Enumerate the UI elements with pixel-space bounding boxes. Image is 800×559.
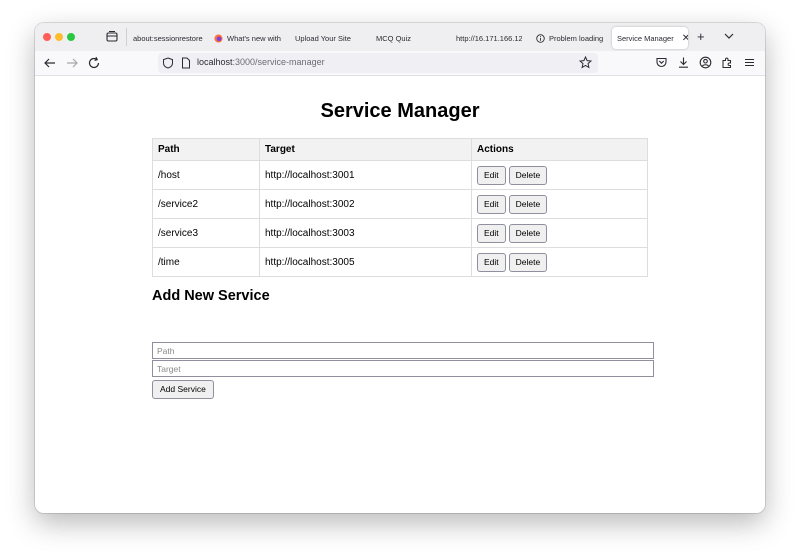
tab-upload-site[interactable]: Upload Your Site <box>295 27 365 49</box>
minimize-window-button[interactable] <box>55 33 63 41</box>
edit-button[interactable]: Edit <box>477 223 506 243</box>
delete-button[interactable]: Delete <box>508 223 548 243</box>
edit-button[interactable]: Edit <box>477 194 506 214</box>
delete-button[interactable]: Delete <box>508 194 548 214</box>
tab-problem-loading[interactable]: Problem loading <box>536 27 606 49</box>
maximize-window-button[interactable] <box>67 33 75 41</box>
table-row: /time http://localhost:3005 Edit Delete <box>152 247 648 277</box>
tab-mcq-quiz[interactable]: MCQ Quiz <box>376 27 446 49</box>
tab-sessionrestore[interactable]: about:sessionrestore <box>133 27 211 49</box>
tab-label: Problem loading <box>549 33 604 43</box>
table-row: /host http://localhost:3001 Edit Delete <box>152 160 648 190</box>
pocket-icon[interactable] <box>655 56 668 69</box>
services-table: Path Target Actions /host http://localho… <box>152 138 648 277</box>
extensions-icon[interactable] <box>721 56 734 69</box>
table-header-row: Path Target Actions <box>152 138 648 161</box>
cell-actions: Edit Delete <box>471 218 648 248</box>
shield-icon[interactable] <box>162 57 174 69</box>
reload-icon[interactable] <box>87 56 101 70</box>
cell-path: /host <box>152 160 260 190</box>
tab-label: Upload Your Site <box>295 33 351 43</box>
tab-label: http://16.171.166.123 <box>456 33 522 43</box>
forward-arrow-icon[interactable] <box>65 56 79 70</box>
cell-target: http://localhost:3002 <box>259 189 472 219</box>
cell-path: /service2 <box>152 189 260 219</box>
table-row: /service3 http://localhost:3003 Edit Dele… <box>152 218 648 248</box>
chevron-down-icon[interactable] <box>723 30 735 42</box>
tab-strip: about:sessionrestore What's new with Upl… <box>35 23 765 51</box>
tab-service-manager[interactable]: Service Manager ✕ <box>612 27 688 49</box>
tab-label: about:sessionrestore <box>133 33 203 43</box>
screen: about:sessionrestore What's new with Upl… <box>0 0 800 559</box>
cell-path: /service3 <box>152 218 260 248</box>
cell-actions: Edit Delete <box>471 189 648 219</box>
column-header-actions: Actions <box>471 138 648 161</box>
cell-target: http://localhost:3003 <box>259 218 472 248</box>
account-icon[interactable] <box>699 56 712 69</box>
bookmark-star-icon[interactable] <box>579 56 592 69</box>
browser-window: about:sessionrestore What's new with Upl… <box>35 23 765 513</box>
add-service-button[interactable]: Add Service <box>152 380 214 399</box>
back-arrow-icon[interactable] <box>43 56 57 70</box>
tab-divider <box>126 28 127 46</box>
page-title: Service Manager <box>320 100 480 122</box>
url-bar[interactable]: localhost:3000/service-manager <box>158 53 598 73</box>
cell-actions: Edit Delete <box>471 247 648 277</box>
menu-icon[interactable] <box>743 56 756 69</box>
page-icon <box>182 57 190 69</box>
tab-overview-icon[interactable] <box>105 30 119 44</box>
add-service-heading: Add New Service <box>152 288 270 304</box>
info-icon <box>536 33 545 43</box>
edit-button[interactable]: Edit <box>477 252 506 272</box>
column-header-path: Path <box>152 138 260 161</box>
url-path: :3000/service-manager <box>232 57 325 67</box>
tab-ip-address[interactable]: http://16.171.166.123 <box>456 27 522 49</box>
tab-label: Service Manager <box>617 33 674 43</box>
delete-button[interactable]: Delete <box>508 252 548 272</box>
url-text[interactable]: localhost:3000/service-manager <box>197 57 325 67</box>
target-input[interactable] <box>152 360 654 377</box>
cell-actions: Edit Delete <box>471 160 648 190</box>
url-host: localhost <box>197 57 233 67</box>
navigation-toolbar: localhost:3000/service-manager <box>35 51 765 76</box>
delete-button[interactable]: Delete <box>508 165 548 185</box>
column-header-target: Target <box>259 138 472 161</box>
download-icon[interactable] <box>677 56 690 69</box>
tab-label: MCQ Quiz <box>376 33 412 43</box>
cell-target: http://localhost:3005 <box>259 247 472 277</box>
page-content: Service Manager Path Target Actions /hos… <box>35 76 765 513</box>
tab-whats-new[interactable]: What's new with <box>214 27 284 49</box>
firefox-icon <box>214 33 223 43</box>
new-tab-icon[interactable]: + <box>697 29 705 44</box>
close-tab-icon[interactable]: ✕ <box>674 33 688 44</box>
edit-button[interactable]: Edit <box>477 165 506 185</box>
path-input[interactable] <box>152 342 654 359</box>
cell-path: /time <box>152 247 260 277</box>
table-row: /service2 http://localhost:3002 Edit Dele… <box>152 189 648 219</box>
close-window-button[interactable] <box>43 33 51 41</box>
tab-label: What's new with <box>227 33 281 43</box>
cell-target: http://localhost:3001 <box>259 160 472 190</box>
